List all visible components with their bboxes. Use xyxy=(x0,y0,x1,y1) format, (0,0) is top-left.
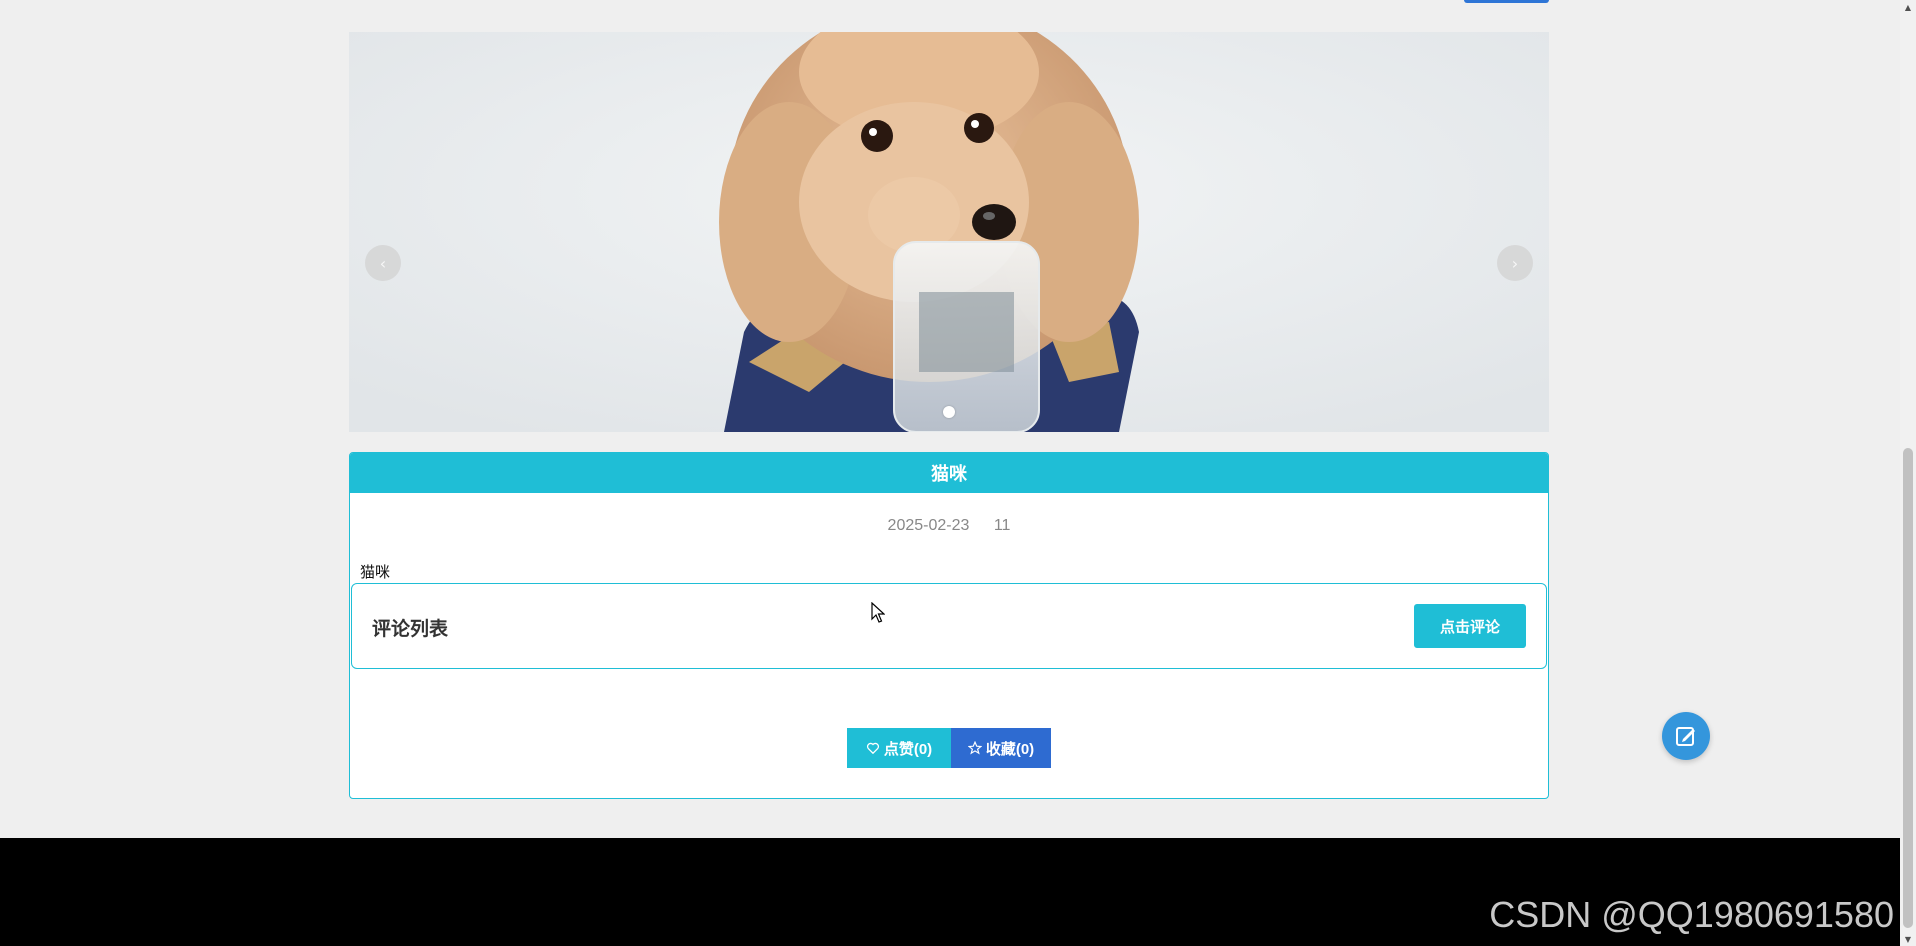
page-scrollbar[interactable]: ▲ ▼ xyxy=(1900,0,1916,946)
like-button[interactable]: 点赞(0) xyxy=(847,728,951,768)
image-carousel[interactable]: ‹ › xyxy=(349,32,1549,432)
favorite-button[interactable]: 收藏(0) xyxy=(951,728,1051,768)
post-views: 11 xyxy=(993,517,1011,534)
post-detail-panel: 猫咪 2025-02-23 11 猫咪 评论列表 点击评论 点赞(0) 收藏(0… xyxy=(349,452,1549,799)
post-title: 猫咪 xyxy=(350,453,1548,493)
like-label: 点赞(0) xyxy=(883,740,933,758)
poodle-dog-photo xyxy=(349,32,1549,432)
edit-icon xyxy=(1676,727,1695,746)
footer: CSDN @QQ1980691580 xyxy=(0,838,1900,946)
top-nav-button-edge[interactable] xyxy=(1464,0,1549,3)
chevron-right-icon: › xyxy=(1511,253,1519,273)
edit-fab-button[interactable] xyxy=(1662,712,1710,760)
comment-list-title: 评论列表 xyxy=(372,618,449,640)
carousel-next-button[interactable]: › xyxy=(1497,245,1533,281)
star-icon xyxy=(967,741,982,755)
post-actions: 点赞(0) 收藏(0) xyxy=(847,728,1051,768)
carousel-prev-button[interactable]: ‹ xyxy=(365,245,401,281)
carousel-indicator-dot[interactable] xyxy=(943,406,955,418)
heart-icon xyxy=(866,742,879,755)
scrollbar-thumb[interactable] xyxy=(1903,448,1913,928)
scroll-down-icon[interactable]: ▼ xyxy=(1900,932,1916,946)
favorite-label: 收藏(0) xyxy=(985,740,1035,758)
chevron-left-icon: ‹ xyxy=(379,253,387,273)
post-meta: 2025-02-23 11 xyxy=(350,517,1548,535)
watermark-text: CSDN @QQ1980691580 xyxy=(1489,894,1894,935)
mouse-pointer-icon xyxy=(871,602,885,623)
post-date: 2025-02-23 xyxy=(887,517,970,534)
add-comment-button[interactable]: 点击评论 xyxy=(1414,604,1526,648)
comment-list-section: 评论列表 点击评论 xyxy=(351,583,1547,669)
post-content: 猫咪 xyxy=(360,563,391,581)
scroll-up-icon[interactable]: ▲ xyxy=(1900,0,1916,14)
